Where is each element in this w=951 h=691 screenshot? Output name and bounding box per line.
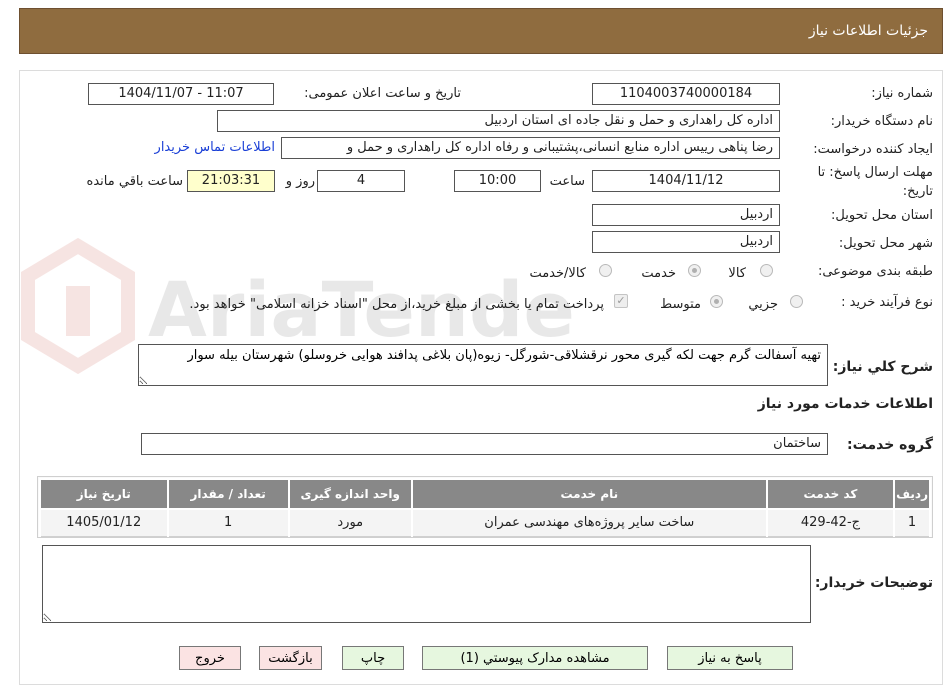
city-label: شهر محل تحویل:	[838, 236, 933, 251]
days-label: روز و	[285, 174, 315, 189]
category-label: طبقه بندی موضوعی:	[817, 264, 933, 279]
col-quantity: تعداد / مقدار	[166, 478, 290, 510]
category-radio-goods[interactable]	[760, 264, 773, 277]
province-field: اردبیل	[592, 204, 780, 226]
cell-service-name: ساخت سایر پروژه‌های مهندسی عمران	[410, 508, 768, 537]
buyer-contact-link[interactable]: اطلاعات تماس خریدار	[155, 140, 275, 155]
category-option-goods: کالا	[728, 266, 746, 281]
print-button[interactable]: چاپ	[342, 646, 404, 670]
treasury-checkbox[interactable]: ✓	[614, 294, 628, 308]
table-row: 1 ج-42-429 ساخت سایر پروژه‌های مهندسی عم…	[39, 508, 931, 537]
page-header: جزئیات اطلاعات نیاز	[19, 8, 943, 54]
buyer-org-label: نام دستگاه خریدار:	[830, 114, 933, 129]
back-button[interactable]: بازگشت	[259, 646, 322, 670]
description-label: شرح کلي نياز:	[832, 359, 933, 375]
col-service-name: نام خدمت	[410, 478, 768, 510]
buyer-notes-textarea[interactable]	[42, 545, 811, 623]
need-number-label: شماره نیاز:	[871, 86, 933, 101]
deadline-label-date: تاریخ:	[902, 184, 933, 199]
cell-quantity: 1	[166, 508, 290, 537]
process-radio-medium[interactable]	[710, 295, 723, 308]
announce-label: تاریخ و ساعت اعلان عمومی:	[304, 86, 461, 101]
remaining-time-field: 21:03:31	[187, 170, 275, 192]
cell-service-code: ج-42-429	[765, 508, 896, 537]
description-textarea[interactable]: تهیه آسفالت گرم جهت لکه گیری محور نرقشلا…	[138, 344, 828, 386]
buyer-notes-label: توضیحات خریدار:	[814, 575, 933, 591]
requester-field: رضا پناهی رییس اداره منابع انسانی،پشتیبا…	[281, 137, 780, 159]
city-field: اردبیل	[592, 231, 780, 253]
col-unit: واحد اندازه گیری	[287, 478, 413, 510]
category-option-service: خدمت	[641, 266, 676, 281]
payment-note: پرداخت تمام یا بخشی از مبلغ خرید،از محل …	[189, 297, 604, 312]
announce-field: 1404/11/07 - 11:07	[88, 83, 274, 105]
service-group-label: گروه خدمت:	[847, 437, 933, 453]
category-radio-service[interactable]	[688, 264, 701, 277]
process-option-minor: جزيي	[748, 297, 778, 312]
service-group-field: ساختمان	[141, 433, 828, 455]
page-title: جزئیات اطلاعات نیاز	[808, 23, 928, 39]
buyer-org-field: اداره کل راهداری و حمل و نقل جاده ای است…	[217, 110, 780, 132]
col-row: رديف	[893, 478, 931, 510]
category-option-goods-service: کالا/خدمت	[529, 266, 586, 281]
cell-row: 1	[893, 508, 931, 537]
services-table: رديف کد خدمت نام خدمت واحد اندازه گیری ت…	[39, 478, 931, 537]
need-number-field: 1104003740000184	[592, 83, 780, 105]
cell-need-date: 1405/01/12	[39, 508, 169, 537]
requester-label: ایجاد کننده درخواست:	[813, 142, 933, 157]
reply-button[interactable]: پاسخ به نیاز	[667, 646, 793, 670]
process-option-medium: متوسط	[660, 297, 701, 312]
deadline-date-field: 1404/11/12	[592, 170, 780, 192]
col-service-code: کد خدمت	[765, 478, 896, 510]
exit-button[interactable]: خروج	[179, 646, 241, 670]
process-label: نوع فرآیند خرید :	[841, 295, 933, 310]
col-need-date: تاریخ نیاز	[39, 478, 169, 510]
cell-unit: مورد	[287, 508, 413, 537]
deadline-time-field: 10:00	[454, 170, 541, 192]
category-radio-goods-service[interactable]	[599, 264, 612, 277]
days-field: 4	[317, 170, 405, 192]
province-label: استان محل تحویل:	[831, 208, 933, 223]
services-table-header: رديف کد خدمت نام خدمت واحد اندازه گیری ت…	[39, 478, 931, 510]
services-heading: اطلاعات خدمات مورد نیاز	[757, 396, 933, 412]
view-attachments-button[interactable]: مشاهده مدارک پیوستي (1)	[422, 646, 648, 670]
deadline-label: مهلت ارسال پاسخ: تا	[817, 165, 933, 180]
remaining-label: ساعت باقي مانده	[86, 174, 183, 189]
deadline-time-label: ساعت	[549, 174, 585, 189]
process-radio-minor[interactable]	[790, 295, 803, 308]
